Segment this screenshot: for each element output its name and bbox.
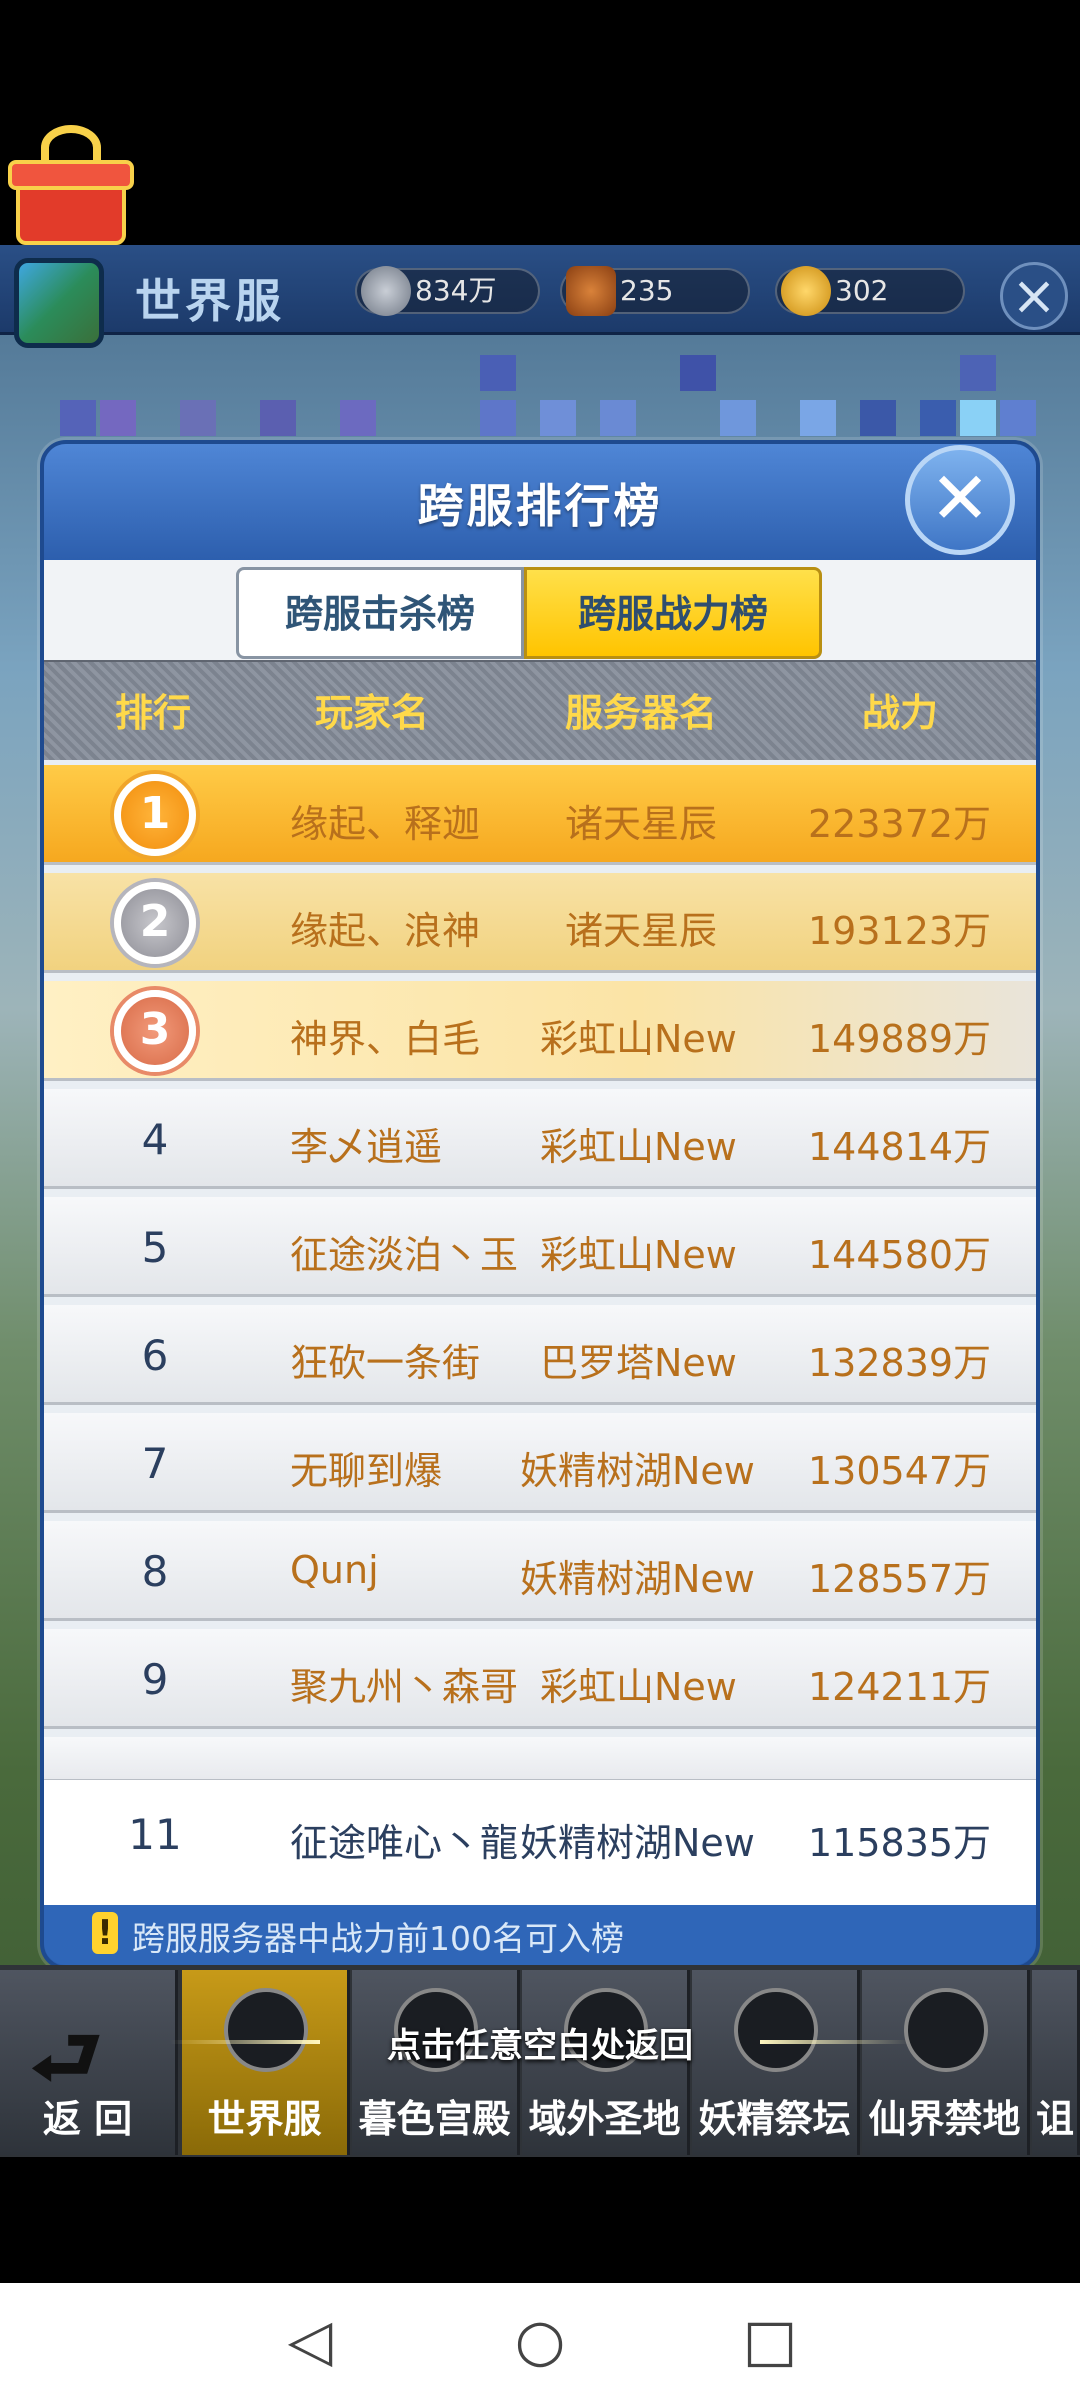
player-name: 聚九州丶森哥 bbox=[290, 1665, 519, 1709]
player-name: 缘起、释迦 bbox=[290, 802, 481, 846]
gold-medal-icon: 1 bbox=[114, 774, 196, 856]
close-icon[interactable]: × bbox=[1000, 262, 1068, 330]
nav-label: 域外圣地 bbox=[528, 2097, 681, 2141]
rank-number: 9 bbox=[141, 1655, 169, 1704]
silver-medal-icon: 2 bbox=[114, 882, 196, 964]
resource-value: 834万 bbox=[415, 274, 497, 307]
power-value: 193123万 bbox=[808, 909, 992, 953]
self-power-value: 115835万 bbox=[808, 1821, 992, 1865]
self-rank-number: 11 bbox=[128, 1810, 182, 1859]
header-rank: 排行 bbox=[115, 691, 192, 735]
screen: { "topbar": { "title": "世界服", "resources… bbox=[0, 0, 1080, 2400]
power-value: 149889万 bbox=[808, 1017, 992, 1061]
footer-note: 跨服服务器中战力前100名可入榜 bbox=[132, 1919, 624, 1958]
power-value: 223372万 bbox=[808, 802, 992, 846]
panel-close-button[interactable]: ✕ bbox=[905, 445, 1015, 555]
server-name: 彩虹山New bbox=[540, 1017, 737, 1061]
power-value: 130547万 bbox=[808, 1449, 992, 1493]
gold-coin-icon bbox=[781, 266, 831, 316]
server-name: 妖精树湖New bbox=[520, 1449, 755, 1493]
bronze-medal-icon: 3 bbox=[114, 990, 196, 1072]
player-name: 征途淡泊丶玉 bbox=[290, 1233, 519, 1277]
server-name: 妖精树湖New bbox=[520, 1557, 755, 1601]
rank-number: 8 bbox=[141, 1547, 169, 1596]
player-name: 缘起、浪神 bbox=[290, 909, 481, 953]
header-power: 战力 bbox=[862, 691, 939, 735]
hex-token-icon bbox=[566, 266, 616, 316]
system-recent-icon[interactable]: □ bbox=[730, 2300, 810, 2380]
resource-gold: 302 bbox=[775, 266, 965, 316]
nav-label: 诅 bbox=[1036, 2097, 1075, 2141]
power-value: 144814万 bbox=[808, 1125, 992, 1169]
header-player: 玩家名 bbox=[315, 691, 430, 735]
warning-icon: ! bbox=[92, 1912, 118, 1954]
rank-number: 4 bbox=[141, 1115, 169, 1164]
system-home-icon[interactable]: ○ bbox=[500, 2300, 580, 2380]
tab-kill-ranking[interactable]: 跨服击杀榜 bbox=[236, 567, 524, 659]
silver-coin-icon bbox=[361, 266, 411, 316]
player-name: 神界、白毛 bbox=[290, 1017, 481, 1061]
self-player-name: 征途唯心丶龍 bbox=[290, 1821, 519, 1865]
gift-box-icon[interactable] bbox=[6, 125, 136, 245]
table-row-partial[interactable] bbox=[44, 1737, 1036, 1782]
tap-to-return-hint[interactable]: 点击任意空白处返回 bbox=[0, 2018, 1080, 2067]
server-name: 巴罗塔New bbox=[540, 1341, 737, 1385]
server-name: 诸天星辰 bbox=[565, 909, 718, 953]
player-name: 狂砍一条街 bbox=[290, 1341, 481, 1385]
player-name: 无聊到爆 bbox=[290, 1449, 443, 1493]
nav-label: 妖精祭坛 bbox=[698, 2097, 851, 2141]
resource-silver: 834万 bbox=[355, 266, 540, 316]
world-cube-icon bbox=[14, 258, 104, 348]
back-label: 返 回 bbox=[42, 2097, 133, 2141]
server-name: 彩虹山New bbox=[540, 1125, 737, 1169]
power-value: 144580万 bbox=[808, 1233, 992, 1277]
self-server-name: 妖精树湖New bbox=[520, 1821, 755, 1865]
server-name: 彩虹山New bbox=[540, 1233, 737, 1277]
resource-value: 302 bbox=[835, 274, 889, 307]
pixel-decoration bbox=[60, 355, 1040, 445]
power-value: 124211万 bbox=[808, 1665, 992, 1709]
header-server: 服务器名 bbox=[565, 691, 718, 735]
tab-power-ranking[interactable]: 跨服战力榜 bbox=[524, 567, 822, 659]
system-back-icon[interactable]: ◁ bbox=[270, 2300, 350, 2380]
nav-label: 世界服 bbox=[207, 2097, 322, 2141]
power-value: 132839万 bbox=[808, 1341, 992, 1385]
nav-label: 仙界禁地 bbox=[868, 2097, 1021, 2141]
server-name: 彩虹山New bbox=[540, 1665, 737, 1709]
topbar-title: 世界服 bbox=[135, 274, 285, 328]
power-value: 128557万 bbox=[808, 1557, 992, 1601]
rank-number: 6 bbox=[141, 1331, 169, 1380]
rank-number: 5 bbox=[141, 1223, 169, 1272]
nav-label: 暮色宫殿 bbox=[358, 2097, 511, 2141]
server-name: 诸天星辰 bbox=[565, 802, 718, 846]
rank-number: 7 bbox=[141, 1439, 169, 1488]
resource-token: 235 bbox=[560, 266, 750, 316]
player-name: 李乄逍遥 bbox=[290, 1125, 443, 1169]
resource-value: 235 bbox=[620, 274, 674, 307]
player-name: Qunj bbox=[290, 1548, 379, 1592]
